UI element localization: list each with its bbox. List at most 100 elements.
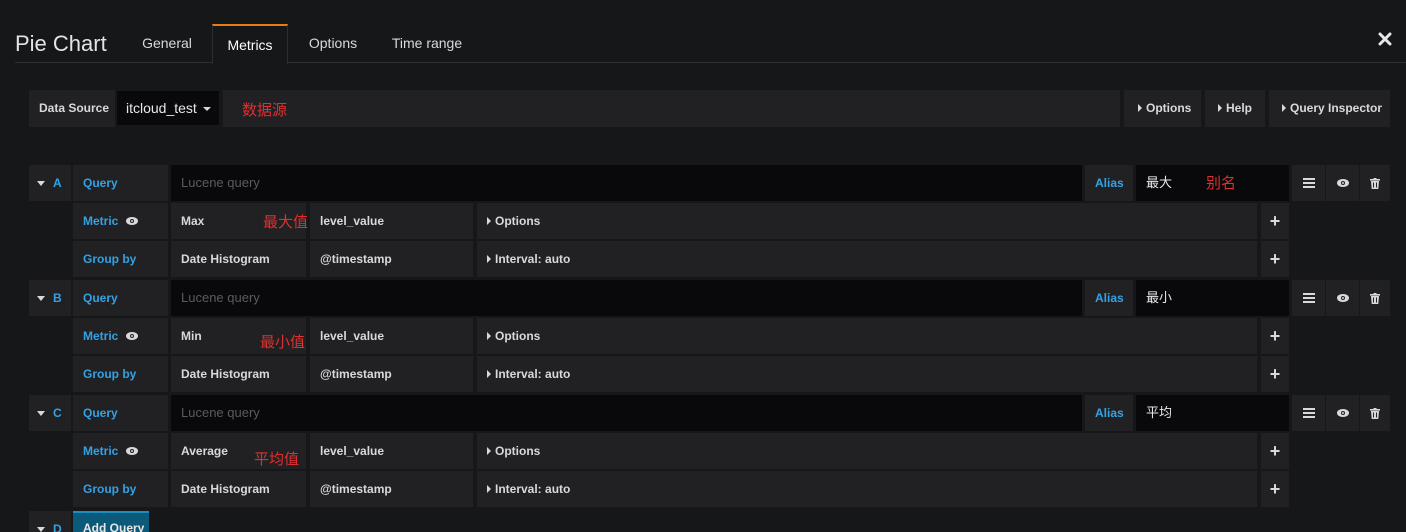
trash-icon[interactable] — [1360, 280, 1390, 316]
lucene-query-input[interactable]: Lucene query — [171, 395, 1082, 431]
groupby-type-select[interactable]: Date Histogram — [171, 241, 306, 277]
plus-icon[interactable]: + — [1261, 203, 1289, 239]
datasource-annotation: 数据源 — [242, 101, 288, 119]
datasource-options-button[interactable]: Options — [1124, 90, 1201, 127]
query-ref-label: B — [53, 291, 62, 305]
query-ref-label: A — [53, 176, 62, 190]
groupby-interval-toggle[interactable]: Interval: auto — [477, 471, 1257, 507]
groupby-interval-label: Interval: auto — [495, 252, 571, 266]
chevron-down-icon — [37, 527, 45, 532]
plus-icon[interactable]: + — [1261, 318, 1289, 354]
caret-right-icon — [487, 332, 491, 340]
query-label: Query — [73, 395, 168, 431]
alias-input[interactable]: 最小 — [1136, 280, 1289, 316]
metric-label-text: Metric — [83, 444, 119, 458]
groupby-label: Group by — [73, 471, 168, 507]
editor-header: Pie Chart General Metrics Options Time r… — [0, 0, 1406, 64]
hamburger-icon[interactable] — [1292, 165, 1325, 201]
plus-icon[interactable]: + — [1261, 356, 1289, 392]
alias-annotation: 别名 — [1206, 174, 1237, 192]
close-icon[interactable] — [1378, 32, 1392, 46]
chevron-down-icon — [202, 107, 211, 111]
query-row-toggle-a[interactable]: A — [29, 165, 71, 201]
chevron-down-icon — [37, 411, 45, 416]
page-title: Pie Chart — [15, 31, 107, 56]
plus-icon[interactable]: + — [1261, 471, 1289, 507]
alias-label: Alias — [1085, 395, 1133, 431]
query-label: Query — [73, 280, 168, 316]
groupby-label: Group by — [73, 356, 168, 392]
metric-options-label: Options — [495, 214, 541, 228]
chevron-down-icon — [37, 296, 45, 301]
caret-right-icon — [487, 370, 491, 378]
caret-right-icon — [487, 485, 491, 493]
metric-field-select[interactable]: level_value — [310, 318, 473, 354]
query-row-toggle-b[interactable]: B — [29, 280, 71, 316]
datasource-label: Data Source — [29, 90, 115, 127]
groupby-interval-label: Interval: auto — [495, 482, 571, 496]
eye-icon[interactable] — [1326, 395, 1359, 431]
groupby-field-select[interactable]: @timestamp — [310, 471, 473, 507]
lucene-query-input[interactable]: Lucene query — [171, 165, 1082, 201]
metric-annotation: 最大值 — [263, 213, 309, 231]
trash-icon[interactable] — [1360, 165, 1390, 201]
metric-options-label: Options — [495, 329, 541, 343]
plus-icon[interactable]: + — [1261, 433, 1289, 469]
metric-field-select[interactable]: level_value — [310, 433, 473, 469]
caret-right-icon — [1282, 104, 1286, 112]
metric-label[interactable]: Metric — [73, 433, 168, 469]
query-label: Query — [73, 165, 168, 201]
groupby-type-select[interactable]: Date Histogram — [171, 471, 306, 507]
chevron-down-icon — [37, 181, 45, 186]
caret-right-icon — [1138, 104, 1142, 112]
tab-options[interactable]: Options — [297, 24, 369, 63]
datasource-select[interactable]: itcloud_test — [117, 91, 219, 125]
groupby-label: Group by — [73, 241, 168, 277]
metric-label-text: Metric — [83, 214, 119, 228]
help-label: Help — [1226, 101, 1253, 115]
query-row-toggle-d[interactable]: D — [29, 511, 71, 532]
hamburger-icon[interactable] — [1292, 280, 1325, 316]
trash-icon[interactable] — [1360, 395, 1390, 431]
eye-icon[interactable] — [1326, 280, 1359, 316]
groupby-type-select[interactable]: Date Histogram — [171, 356, 306, 392]
metric-options-toggle[interactable]: Options — [477, 203, 1257, 239]
groupby-field-select[interactable]: @timestamp — [310, 241, 473, 277]
query-placeholder: Lucene query — [181, 405, 260, 420]
query-ref-label: D — [53, 522, 62, 532]
caret-right-icon — [1218, 104, 1222, 112]
tab-metrics[interactable]: Metrics — [212, 24, 288, 64]
alias-label: Alias — [1085, 280, 1133, 316]
datasource-options-label: Options — [1146, 101, 1192, 115]
groupby-interval-toggle[interactable]: Interval: auto — [477, 241, 1257, 277]
metric-options-toggle[interactable]: Options — [477, 318, 1257, 354]
query-placeholder: Lucene query — [181, 175, 260, 190]
query-inspector-button[interactable]: Query Inspector — [1269, 90, 1390, 127]
metric-label[interactable]: Metric — [73, 203, 168, 239]
datasource-value: itcloud_test — [126, 100, 197, 116]
groupby-field-select[interactable]: @timestamp — [310, 356, 473, 392]
metric-field-select[interactable]: level_value — [310, 203, 473, 239]
groupby-interval-toggle[interactable]: Interval: auto — [477, 356, 1257, 392]
plus-icon[interactable]: + — [1261, 241, 1289, 277]
groupby-interval-label: Interval: auto — [495, 367, 571, 381]
datasource-filler — [223, 90, 1120, 127]
query-row-toggle-c[interactable]: C — [29, 395, 71, 431]
tab-time-range[interactable]: Time range — [381, 24, 473, 63]
eye-icon[interactable] — [1326, 165, 1359, 201]
hamburger-icon[interactable] — [1292, 395, 1325, 431]
metric-annotation: 最小值 — [260, 333, 306, 351]
query-placeholder: Lucene query — [181, 290, 260, 305]
lucene-query-input[interactable]: Lucene query — [171, 280, 1082, 316]
eye-icon[interactable] — [126, 318, 139, 354]
metric-options-toggle[interactable]: Options — [477, 433, 1257, 469]
metric-label[interactable]: Metric — [73, 318, 168, 354]
eye-icon[interactable] — [126, 203, 139, 239]
help-button[interactable]: Help — [1205, 90, 1265, 127]
query-ref-label: C — [53, 406, 62, 420]
add-query-button[interactable]: Add Query — [73, 511, 149, 532]
metric-options-label: Options — [495, 444, 541, 458]
tab-general[interactable]: General — [131, 24, 203, 63]
alias-input[interactable]: 平均 — [1136, 395, 1289, 431]
eye-icon[interactable] — [126, 433, 139, 469]
